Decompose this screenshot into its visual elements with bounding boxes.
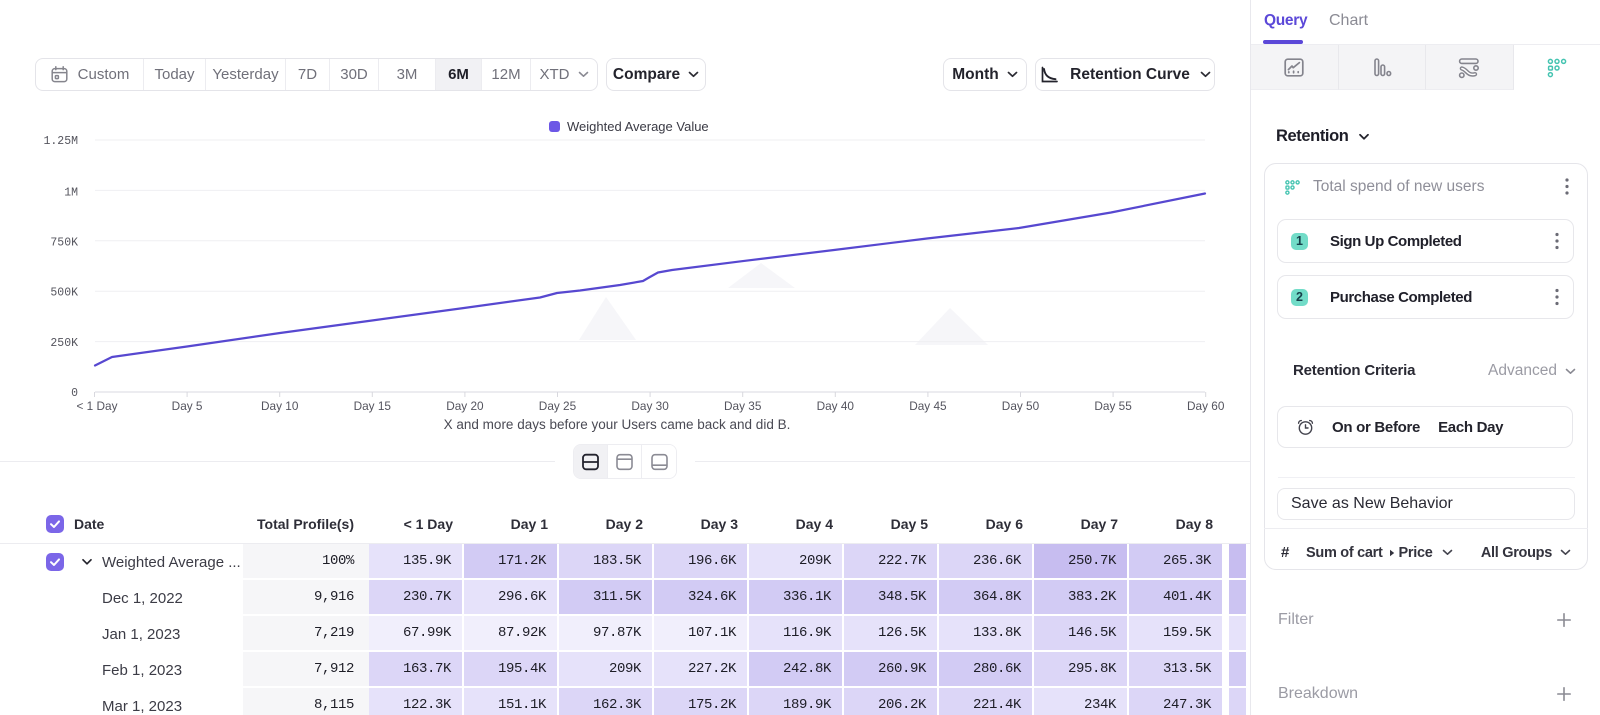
svg-text:1M: 1M — [64, 187, 78, 200]
svg-text:X and more days before your Us: X and more days before your Users came b… — [444, 417, 791, 432]
svg-text:Day 35: Day 35 — [724, 399, 762, 413]
svg-text:Day 25: Day 25 — [539, 399, 577, 413]
svg-text:Day 60: Day 60 — [1187, 399, 1225, 413]
svg-text:Day 15: Day 15 — [354, 399, 392, 413]
svg-text:Day 10: Day 10 — [261, 399, 299, 413]
svg-text:500K: 500K — [50, 287, 78, 300]
svg-text:Day 45: Day 45 — [909, 399, 947, 413]
svg-text:1.25M: 1.25M — [43, 135, 78, 148]
svg-text:Day 5: Day 5 — [172, 399, 203, 413]
svg-text:Day 55: Day 55 — [1094, 399, 1132, 413]
svg-text:250K: 250K — [50, 337, 78, 350]
svg-text:Day 50: Day 50 — [1002, 399, 1040, 413]
svg-text:< 1 Day: < 1 Day — [77, 399, 118, 413]
svg-text:Day 40: Day 40 — [817, 399, 855, 413]
svg-text:Day 20: Day 20 — [446, 399, 484, 413]
svg-text:750K: 750K — [50, 237, 78, 250]
svg-text:Day 30: Day 30 — [631, 399, 669, 413]
